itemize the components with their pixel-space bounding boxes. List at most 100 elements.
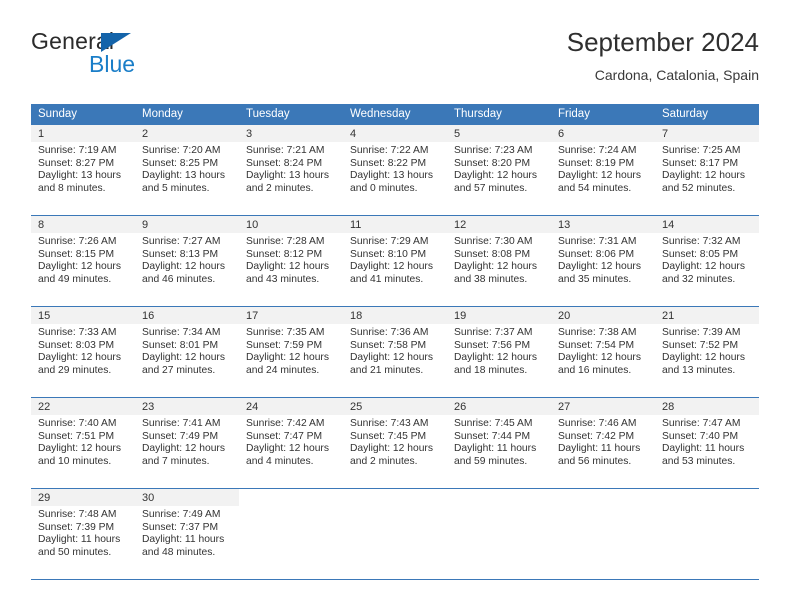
daylight-text-line1: Daylight: 12 hours	[350, 352, 433, 364]
calendar-day-cell[interactable]: 3 Sunrise: 7:21 AM Sunset: 8:24 PM Daylight…	[239, 125, 343, 216]
calendar-day-cell[interactable]: 19 Sunrise: 7:37 AM Sunset: 7:56 PM Dayligh…	[447, 306, 551, 398]
daylight-text-line1: Daylight: 12 hours	[38, 352, 121, 364]
daylight-text-line1: Daylight: 12 hours	[662, 170, 745, 182]
day-details: Sunrise: 7:19 AM Sunset: 8:27 PM Daylight:…	[31, 142, 135, 195]
sunrise-text: Sunrise: 7:30 AM	[454, 236, 533, 247]
sunset-text: Sunset: 7:37 PM	[142, 521, 219, 533]
calendar-day-cell[interactable]: 2 Sunrise: 7:20 AM Sunset: 8:25 PM Daylight…	[135, 125, 239, 216]
sunrise-text: Sunrise: 7:32 AM	[662, 236, 741, 247]
day-cell-content	[343, 489, 447, 579]
day-number: 13	[551, 216, 655, 233]
calendar-day-cell[interactable]: 20 Sunrise: 7:38 AM Sunset: 7:54 PM Dayligh…	[551, 306, 655, 398]
day-cell-content: 19 Sunrise: 7:37 AM Sunset: 7:56 PM Dayligh…	[447, 307, 551, 397]
sunrise-text: Sunrise: 7:34 AM	[142, 327, 221, 338]
day-number: 4	[343, 125, 447, 142]
day-number	[447, 489, 551, 506]
sunset-text: Sunset: 8:24 PM	[246, 157, 323, 169]
page-header: General Blue September 2024 Cardona, Cat…	[31, 27, 759, 98]
sunrise-text: Sunrise: 7:29 AM	[350, 236, 429, 247]
calendar-day-cell[interactable]: 21 Sunrise: 7:39 AM Sunset: 7:52 PM Dayligh…	[655, 306, 759, 398]
calendar-day-cell[interactable]: 13 Sunrise: 7:31 AM Sunset: 8:06 PM Dayligh…	[551, 215, 655, 307]
day-number: 25	[343, 398, 447, 415]
daylight-text-line1: Daylight: 12 hours	[142, 261, 225, 273]
day-details	[343, 506, 447, 509]
calendar-day-cell[interactable]: 8 Sunrise: 7:26 AM Sunset: 8:15 PM Daylight…	[31, 215, 135, 307]
day-cell-content: 11 Sunrise: 7:29 AM Sunset: 8:10 PM Dayligh…	[343, 216, 447, 306]
daylight-text-line1: Daylight: 11 hours	[454, 443, 537, 455]
day-number: 12	[447, 216, 551, 233]
calendar-day-cell[interactable]: 14 Sunrise: 7:32 AM Sunset: 8:05 PM Dayligh…	[655, 215, 759, 307]
calendar-day-cell[interactable]: 28 Sunrise: 7:47 AM Sunset: 7:40 PM Dayligh…	[655, 397, 759, 489]
day-cell-content: 2 Sunrise: 7:20 AM Sunset: 8:25 PM Daylight…	[135, 125, 239, 215]
daylight-text-line2: and 29 minutes.	[38, 364, 112, 376]
calendar-day-cell[interactable]: 1 Sunrise: 7:19 AM Sunset: 8:27 PM Daylight…	[31, 125, 135, 216]
sunset-text: Sunset: 8:05 PM	[662, 248, 739, 260]
sunrise-text: Sunrise: 7:28 AM	[246, 236, 325, 247]
day-cell-content: 14 Sunrise: 7:32 AM Sunset: 8:05 PM Dayligh…	[655, 216, 759, 306]
calendar-day-cell[interactable]: 10 Sunrise: 7:28 AM Sunset: 8:12 PM Dayligh…	[239, 215, 343, 307]
daylight-text-line2: and 38 minutes.	[454, 273, 528, 285]
sunrise-text: Sunrise: 7:45 AM	[454, 418, 533, 429]
sunrise-text: Sunrise: 7:41 AM	[142, 418, 221, 429]
daylight-text-line2: and 49 minutes.	[38, 273, 112, 285]
weekday-header-wednesday: Wednesday	[343, 104, 447, 125]
calendar-day-cell[interactable]: 17 Sunrise: 7:35 AM Sunset: 7:59 PM Dayligh…	[239, 306, 343, 398]
calendar-day-cell[interactable]: 24 Sunrise: 7:42 AM Sunset: 7:47 PM Dayligh…	[239, 397, 343, 489]
calendar-day-cell[interactable]: 5 Sunrise: 7:23 AM Sunset: 8:20 PM Daylight…	[447, 125, 551, 216]
weekday-header-tuesday: Tuesday	[239, 104, 343, 125]
calendar-day-cell[interactable]: 15 Sunrise: 7:33 AM Sunset: 8:03 PM Dayligh…	[31, 306, 135, 398]
calendar-day-cell[interactable]: 7 Sunrise: 7:25 AM Sunset: 8:17 PM Daylight…	[655, 125, 759, 216]
daylight-text-line2: and 10 minutes.	[38, 455, 112, 467]
weekday-header-sunday: Sunday	[31, 104, 135, 125]
calendar-day-cell[interactable]: 25 Sunrise: 7:43 AM Sunset: 7:45 PM Dayligh…	[343, 397, 447, 489]
day-cell-content: 29 Sunrise: 7:48 AM Sunset: 7:39 PM Dayligh…	[31, 489, 135, 579]
calendar-day-cell[interactable]: 18 Sunrise: 7:36 AM Sunset: 7:58 PM Dayligh…	[343, 306, 447, 398]
sunset-text: Sunset: 8:25 PM	[142, 157, 219, 169]
day-details	[239, 506, 343, 509]
sunset-text: Sunset: 7:42 PM	[558, 430, 635, 442]
calendar-day-cell[interactable]: 11 Sunrise: 7:29 AM Sunset: 8:10 PM Dayligh…	[343, 215, 447, 307]
general-blue-logo[interactable]: General Blue	[31, 28, 251, 84]
day-details: Sunrise: 7:43 AM Sunset: 7:45 PM Daylight:…	[343, 415, 447, 468]
sunset-text: Sunset: 7:49 PM	[142, 430, 219, 442]
calendar-table: Sunday Monday Tuesday Wednesday Thursday…	[31, 104, 759, 580]
sunrise-text: Sunrise: 7:19 AM	[38, 145, 117, 156]
day-details: Sunrise: 7:36 AM Sunset: 7:58 PM Daylight:…	[343, 324, 447, 377]
calendar-day-cell[interactable]: 6 Sunrise: 7:24 AM Sunset: 8:19 PM Daylight…	[551, 125, 655, 216]
day-number: 2	[135, 125, 239, 142]
sunset-text: Sunset: 7:47 PM	[246, 430, 323, 442]
calendar-day-cell[interactable]: 16 Sunrise: 7:34 AM Sunset: 8:01 PM Dayligh…	[135, 306, 239, 398]
sunrise-text: Sunrise: 7:39 AM	[662, 327, 741, 338]
calendar-day-cell[interactable]: 22 Sunrise: 7:40 AM Sunset: 7:51 PM Dayligh…	[31, 397, 135, 489]
day-details: Sunrise: 7:34 AM Sunset: 8:01 PM Daylight:…	[135, 324, 239, 377]
sunrise-text: Sunrise: 7:47 AM	[662, 418, 741, 429]
sunset-text: Sunset: 7:45 PM	[350, 430, 427, 442]
calendar-day-cell[interactable]: 29 Sunrise: 7:48 AM Sunset: 7:39 PM Dayligh…	[31, 488, 135, 580]
calendar-day-cell[interactable]: 23 Sunrise: 7:41 AM Sunset: 7:49 PM Dayligh…	[135, 397, 239, 489]
sunset-text: Sunset: 8:20 PM	[454, 157, 531, 169]
day-details: Sunrise: 7:25 AM Sunset: 8:17 PM Daylight:…	[655, 142, 759, 195]
daylight-text-line1: Daylight: 12 hours	[38, 261, 121, 273]
sunset-text: Sunset: 8:03 PM	[38, 339, 115, 351]
day-details: Sunrise: 7:28 AM Sunset: 8:12 PM Daylight:…	[239, 233, 343, 286]
day-number: 19	[447, 307, 551, 324]
daylight-text-line2: and 5 minutes.	[142, 182, 210, 194]
calendar-body: 1 Sunrise: 7:19 AM Sunset: 8:27 PM Daylight…	[31, 125, 759, 580]
day-cell-content	[655, 489, 759, 579]
calendar-day-cell	[447, 488, 551, 580]
calendar-day-cell[interactable]: 9 Sunrise: 7:27 AM Sunset: 8:13 PM Daylight…	[135, 215, 239, 307]
calendar-day-cell[interactable]: 30 Sunrise: 7:49 AM Sunset: 7:37 PM Dayligh…	[135, 488, 239, 580]
day-details: Sunrise: 7:31 AM Sunset: 8:06 PM Daylight:…	[551, 233, 655, 286]
calendar-day-cell[interactable]: 26 Sunrise: 7:45 AM Sunset: 7:44 PM Dayligh…	[447, 397, 551, 489]
calendar-day-cell[interactable]: 12 Sunrise: 7:30 AM Sunset: 8:08 PM Dayligh…	[447, 215, 551, 307]
daylight-text-line1: Daylight: 12 hours	[246, 443, 329, 455]
calendar-page: General Blue September 2024 Cardona, Cat…	[0, 0, 792, 612]
daylight-text-line2: and 46 minutes.	[142, 273, 216, 285]
calendar-day-cell	[343, 488, 447, 580]
sunset-text: Sunset: 7:59 PM	[246, 339, 323, 351]
calendar-day-cell[interactable]: 27 Sunrise: 7:46 AM Sunset: 7:42 PM Dayligh…	[551, 397, 655, 489]
calendar-day-cell[interactable]: 4 Sunrise: 7:22 AM Sunset: 8:22 PM Daylight…	[343, 125, 447, 216]
day-cell-content: 6 Sunrise: 7:24 AM Sunset: 8:19 PM Daylight…	[551, 125, 655, 215]
day-details: Sunrise: 7:32 AM Sunset: 8:05 PM Daylight:…	[655, 233, 759, 286]
daylight-text-line2: and 24 minutes.	[246, 364, 320, 376]
